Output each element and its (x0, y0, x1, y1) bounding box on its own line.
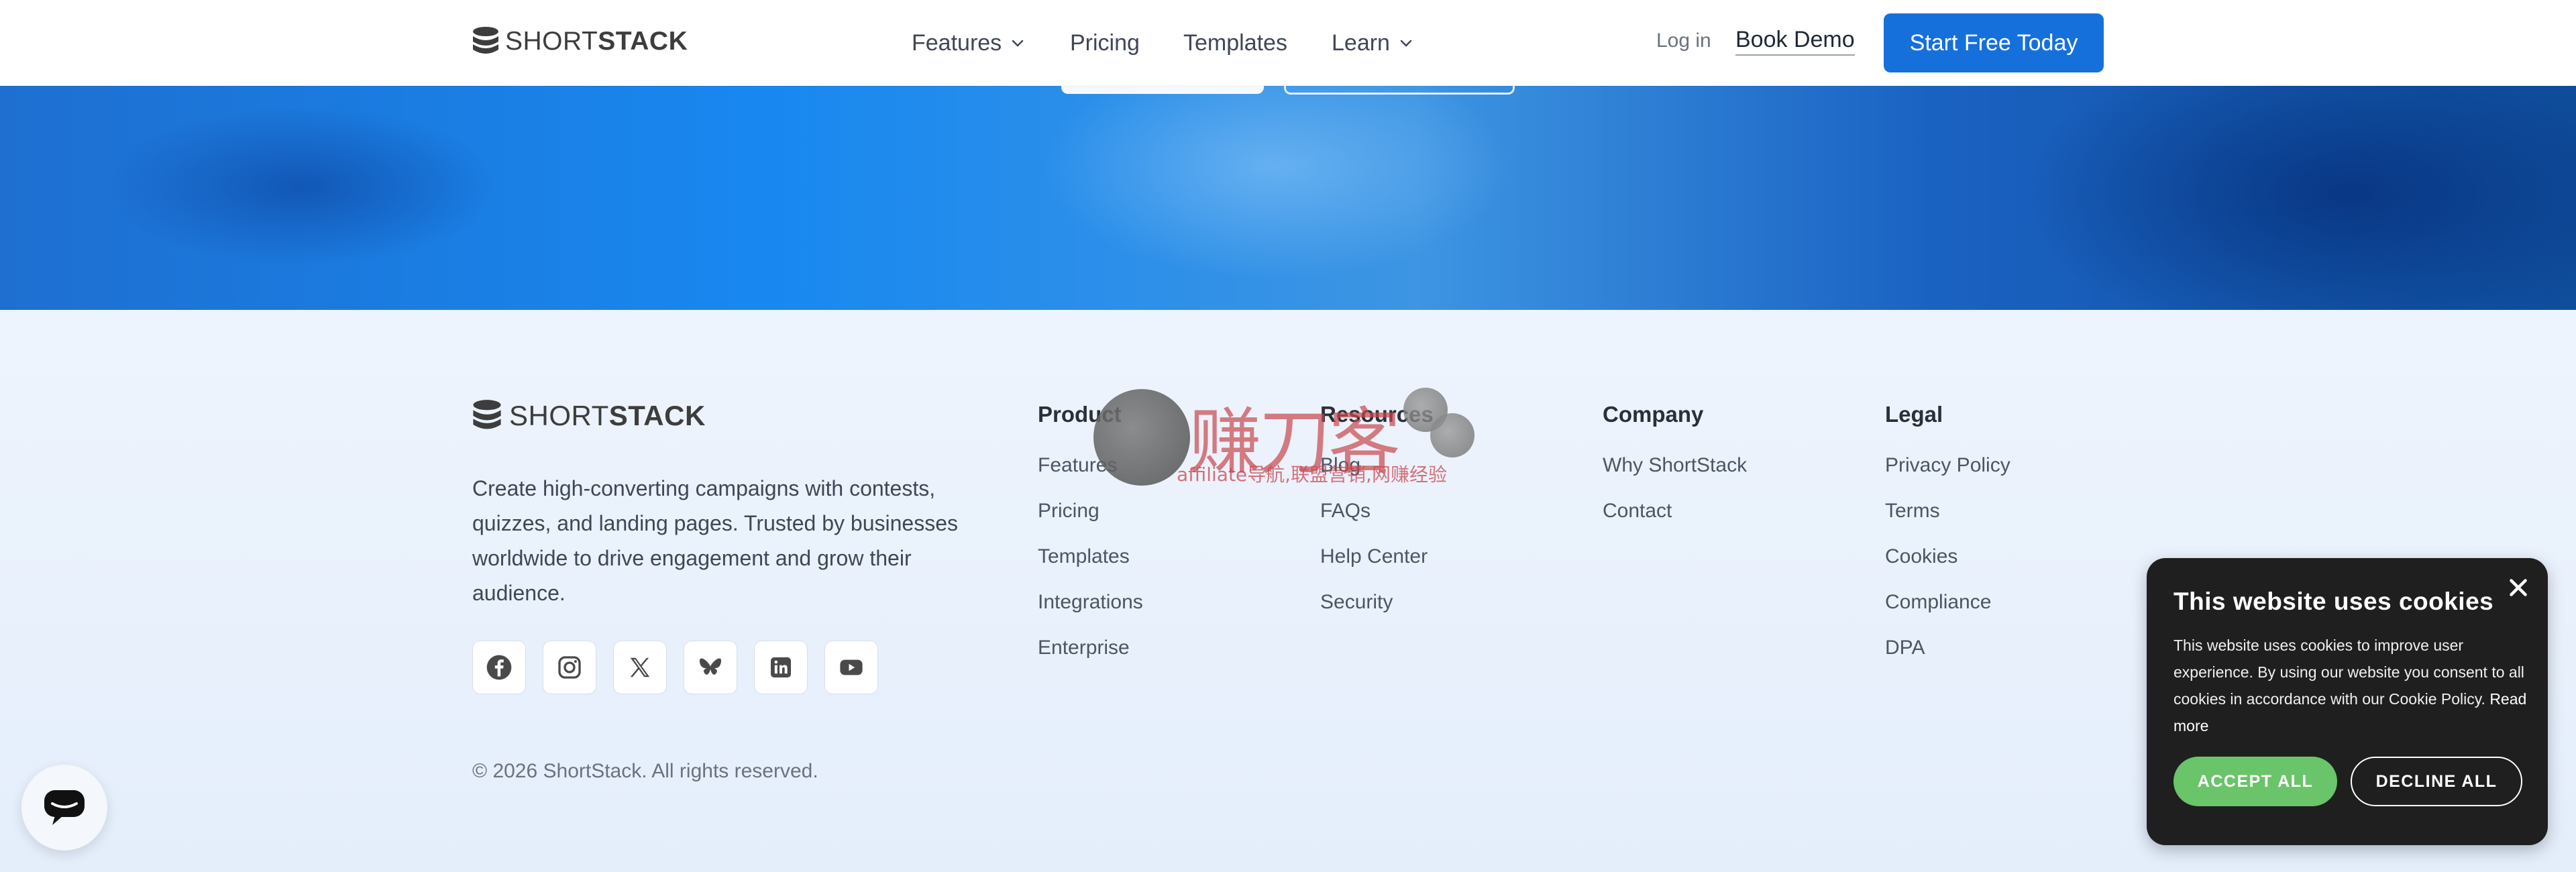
nav-pricing[interactable]: Pricing (1070, 0, 1140, 86)
footer-link-blog[interactable]: Blog (1320, 452, 1434, 498)
cookie-title: This website uses cookies (2174, 588, 2494, 615)
cookie-body: This website uses cookies to improve use… (2174, 632, 2528, 739)
brand-wordmark: SHORTSTACK (505, 27, 688, 56)
footer-link-privacy-policy[interactable]: Privacy Policy (1885, 452, 2010, 498)
nav-features[interactable]: Features (912, 0, 1026, 86)
nav-learn-label: Learn (1332, 30, 1390, 56)
nav-pricing-label: Pricing (1070, 30, 1140, 56)
cookie-body-text: This website uses cookies to improve use… (2174, 637, 2524, 708)
bluesky-link[interactable] (684, 641, 737, 694)
x-link[interactable] (613, 641, 667, 694)
instagram-link[interactable] (543, 641, 596, 694)
footer-link-faqs[interactable]: FAQs (1320, 498, 1434, 543)
chevron-down-icon (1012, 40, 1024, 47)
column-title: Legal (1885, 402, 1943, 427)
nav-templates[interactable]: Templates (1183, 0, 1287, 86)
linkedin-link[interactable] (754, 641, 808, 694)
copyright: © 2026 ShortStack. All rights reserved. (472, 760, 818, 782)
column-title: Company (1603, 402, 1704, 427)
footer-link-enterprise[interactable]: Enterprise (1038, 635, 1143, 680)
brand-logo[interactable]: SHORTSTACK (472, 25, 688, 58)
stack-logo-icon (473, 400, 501, 429)
footer-link-dpa[interactable]: DPA (1885, 635, 2010, 680)
social-links (472, 641, 878, 694)
footer-column-legal: Legal Privacy Policy Terms Cookies Compl… (1885, 401, 2010, 680)
youtube-link[interactable] (824, 641, 878, 694)
footer-link-contact[interactable]: Contact (1603, 498, 1747, 543)
footer-link-help-center[interactable]: Help Center (1320, 543, 1434, 589)
login-link[interactable]: Log in (1656, 30, 1711, 52)
stack-logo-icon (473, 27, 498, 54)
close-icon[interactable] (2506, 576, 2530, 600)
decline-all-button[interactable]: DECLINE ALL (2351, 757, 2522, 806)
footer-logo[interactable]: SHORTSTACK (472, 398, 706, 433)
bluesky-icon (699, 658, 722, 675)
book-demo-link[interactable]: Book Demo (1735, 27, 1855, 56)
chat-launcher-button[interactable] (21, 765, 107, 851)
footer-link-why-shortstack[interactable]: Why ShortStack (1603, 452, 1747, 498)
start-free-button[interactable]: Start Free Today (1884, 13, 2104, 72)
footer-link-cookies[interactable]: Cookies (1885, 543, 2010, 589)
footer-link-pricing[interactable]: Pricing (1038, 498, 1143, 543)
footer-column-company: Company Why ShortStack Contact (1603, 401, 1747, 543)
facebook-link[interactable] (472, 641, 526, 694)
footer-link-security[interactable]: Security (1320, 589, 1434, 635)
chevron-down-icon (1400, 40, 1412, 47)
instagram-icon (558, 656, 581, 679)
column-title: Resources (1320, 402, 1434, 427)
x-icon (630, 657, 650, 677)
hero-primary-button-edge[interactable] (1061, 86, 1264, 94)
nav-templates-label: Templates (1183, 30, 1287, 56)
linkedin-icon (771, 657, 791, 677)
nav-learn[interactable]: Learn (1332, 0, 1414, 86)
footer-link-terms[interactable]: Terms (1885, 498, 2010, 543)
facebook-icon (486, 655, 512, 680)
footer-column-resources: Resources Blog FAQs Help Center Security (1320, 401, 1434, 635)
footer-tagline: Create high-converting campaigns with co… (472, 476, 959, 605)
chat-icon (44, 790, 85, 825)
youtube-icon (840, 659, 863, 675)
nav-features-label: Features (912, 30, 1002, 56)
footer-link-integrations[interactable]: Integrations (1038, 589, 1143, 635)
hero-band (0, 86, 2576, 310)
accept-all-button[interactable]: ACCEPT ALL (2174, 757, 2337, 806)
column-title: Product (1038, 402, 1122, 427)
footer-link-compliance[interactable]: Compliance (1885, 589, 2010, 635)
cookie-popup: This website uses cookies This website u… (2147, 558, 2548, 845)
footer-wordmark: SHORTSTACK (509, 400, 706, 431)
top-nav: SHORTSTACK Features Pricing Templates Le… (0, 0, 2576, 86)
footer-link-templates[interactable]: Templates (1038, 543, 1143, 589)
hero-secondary-button-edge[interactable] (1284, 86, 1515, 95)
footer-column-product: Product Features Pricing Templates Integ… (1038, 401, 1143, 680)
footer-link-features[interactable]: Features (1038, 452, 1143, 498)
